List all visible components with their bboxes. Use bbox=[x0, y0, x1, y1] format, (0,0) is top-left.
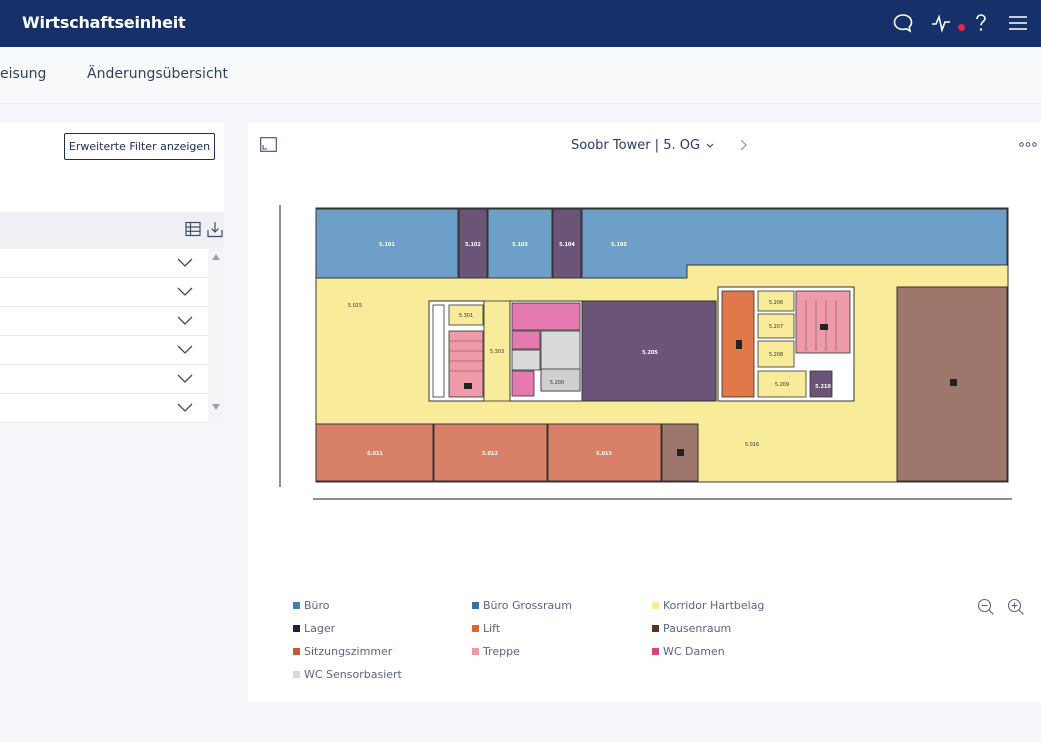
tab-bar: eisung Änderungsübersicht bbox=[0, 47, 1041, 104]
top-bar: Wirtschaftseinheit bbox=[0, 0, 1041, 47]
room-label: 5.303 bbox=[490, 349, 504, 355]
room-label: 5.102 bbox=[465, 242, 481, 248]
chevron-down-icon[interactable] bbox=[177, 258, 193, 268]
legend-label: WC Sensorbasiert bbox=[304, 668, 402, 681]
room-label: 5.209 bbox=[775, 382, 789, 388]
tab-zuweisung[interactable]: eisung bbox=[0, 66, 46, 82]
chevron-down-icon bbox=[706, 143, 714, 148]
advanced-filter-button[interactable]: Erweiterte Filter anzeigen bbox=[64, 133, 215, 160]
room-label: 5.013 bbox=[596, 451, 612, 457]
chevron-down-icon[interactable] bbox=[177, 374, 193, 384]
room-label: 5.103 bbox=[512, 242, 528, 248]
activity-icon[interactable] bbox=[930, 12, 952, 34]
legend-swatch bbox=[472, 648, 479, 655]
list-item[interactable] bbox=[0, 394, 208, 423]
left-panel: Erweiterte Filter anzeigen bbox=[0, 123, 224, 423]
room-label: 5.301 bbox=[459, 313, 473, 319]
legend-swatch bbox=[293, 625, 300, 632]
chevron-down-icon[interactable] bbox=[177, 316, 193, 326]
table-icon[interactable] bbox=[185, 221, 201, 237]
list-item[interactable] bbox=[0, 365, 208, 394]
legend-label: Sitzungszimmer bbox=[304, 645, 393, 658]
legend-item: Korridor Hartbelag bbox=[652, 599, 764, 612]
room-wc-4[interactable] bbox=[511, 370, 535, 397]
download-icon[interactable] bbox=[207, 221, 223, 238]
room-label: 5.016 bbox=[745, 442, 759, 448]
legend-item: Treppe bbox=[472, 645, 520, 658]
legend-swatch bbox=[293, 602, 300, 609]
room-label: 5.208 bbox=[769, 352, 783, 358]
legend-swatch bbox=[293, 671, 300, 678]
legend-item: Pausenraum bbox=[652, 622, 731, 635]
list-item[interactable] bbox=[0, 249, 208, 278]
scroll-down-icon[interactable] bbox=[212, 404, 220, 410]
room-wc-2[interactable] bbox=[511, 330, 541, 350]
room-wc-3[interactable] bbox=[511, 349, 541, 371]
room-label: 5.210 bbox=[815, 384, 831, 390]
notification-dot bbox=[958, 24, 965, 31]
room-label: 5.206 bbox=[769, 300, 783, 306]
zoom-out-icon[interactable] bbox=[977, 598, 995, 616]
legend-item: WC Sensorbasiert bbox=[293, 668, 402, 681]
legend-label: Treppe bbox=[483, 645, 520, 658]
room-wc-1[interactable] bbox=[511, 302, 581, 331]
legend-swatch bbox=[293, 648, 300, 655]
floor-selector-label: Soobr Tower | 5. OG bbox=[571, 138, 701, 153]
legend-swatch bbox=[652, 602, 659, 609]
legend-item: Büro Grossraum bbox=[472, 599, 572, 612]
zoom-in-icon[interactable] bbox=[1007, 598, 1025, 616]
floorplan-panel: Soobr Tower | 5. OG 5.101 5.102 5.103 5.… bbox=[248, 123, 1041, 702]
legend-label: Pausenraum bbox=[663, 622, 732, 635]
list-item[interactable] bbox=[0, 278, 208, 307]
chevron-right-icon[interactable] bbox=[740, 139, 748, 151]
legend-swatch bbox=[472, 625, 479, 632]
list-item[interactable] bbox=[0, 307, 208, 336]
expand-icon[interactable] bbox=[260, 137, 277, 152]
room-label: 5.207 bbox=[769, 324, 783, 330]
legend-label: Büro bbox=[304, 599, 330, 612]
legend-swatch bbox=[652, 648, 659, 655]
legend-swatch bbox=[652, 625, 659, 632]
legend-item: Sitzungszimmer bbox=[293, 645, 392, 658]
legend-swatch bbox=[472, 602, 479, 609]
chat-icon[interactable] bbox=[892, 12, 914, 34]
room-treppe-2[interactable] bbox=[795, 290, 851, 354]
room-label: 5.200 bbox=[550, 380, 564, 386]
more-icon[interactable] bbox=[1019, 142, 1037, 147]
legend-label: Korridor Hartbelag bbox=[663, 599, 765, 612]
room-label: 5.015 bbox=[348, 303, 362, 309]
list-rows bbox=[0, 249, 208, 423]
legend-item: WC Damen bbox=[652, 645, 725, 658]
help-icon[interactable] bbox=[970, 12, 992, 34]
legend-label: WC Damen bbox=[663, 645, 725, 658]
legend-label: Lager bbox=[304, 622, 336, 635]
legend-label: Lift bbox=[483, 622, 501, 635]
room-label: 5.205 bbox=[642, 350, 658, 356]
legend-item: Lift bbox=[472, 622, 500, 635]
room-label: 5.012 bbox=[482, 451, 498, 457]
list-item[interactable] bbox=[0, 336, 208, 365]
list-header bbox=[0, 212, 224, 249]
floor-selector[interactable]: Soobr Tower | 5. OG bbox=[571, 138, 714, 153]
chevron-down-icon[interactable] bbox=[177, 287, 193, 297]
chevron-down-icon[interactable] bbox=[177, 403, 193, 413]
room-label: 5.011 bbox=[367, 451, 383, 457]
floorplan-drawing: 5.101 5.102 5.103 5.104 5.105 5.205 5.21… bbox=[279, 205, 1012, 500]
list-scrollbar[interactable] bbox=[208, 249, 224, 418]
legend-item: Lager bbox=[293, 622, 335, 635]
room-label: 5.105 bbox=[611, 242, 627, 248]
chevron-down-icon[interactable] bbox=[177, 345, 193, 355]
app-title: Wirtschaftseinheit bbox=[22, 13, 186, 32]
tab-aenderungsuebersicht[interactable]: Änderungsübersicht bbox=[87, 66, 228, 82]
scroll-up-icon[interactable] bbox=[212, 254, 220, 260]
legend-item: Büro bbox=[293, 599, 330, 612]
legend-label: Büro Grossraum bbox=[483, 599, 572, 612]
menu-icon[interactable] bbox=[1007, 12, 1029, 34]
room-label: 5.101 bbox=[379, 242, 395, 248]
room-label: 5.104 bbox=[559, 242, 575, 248]
